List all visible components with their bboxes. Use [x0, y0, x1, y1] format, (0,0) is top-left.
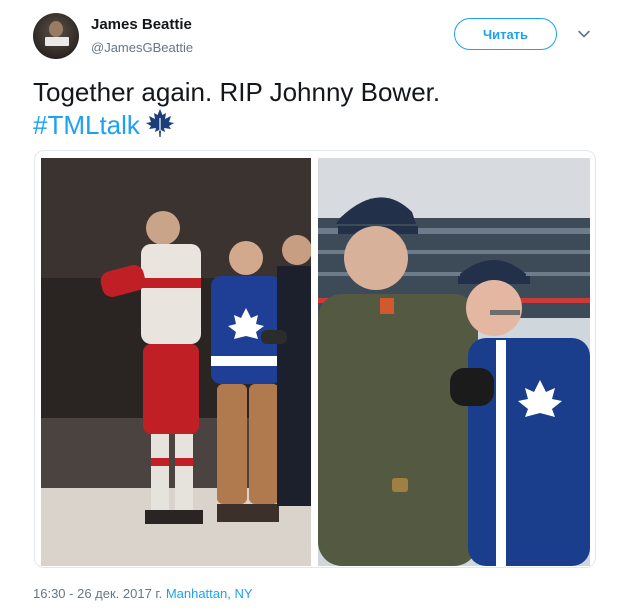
maple-leaf-icon: [145, 109, 174, 137]
tweet-meta: 16:30 - 26 дек. 2017 г. Manhattan, NY: [33, 586, 253, 601]
photo-reunion[interactable]: [318, 158, 590, 566]
avatar-face: [49, 21, 63, 37]
photo-hockey-1960s[interactable]: [41, 158, 311, 566]
media-grid: [34, 150, 596, 568]
avatar-sign: [45, 37, 69, 46]
timestamp[interactable]: 16:30 - 26 дек. 2017 г.: [33, 586, 162, 601]
tweet-text: Together again. RIP Johnny Bower. #TMLta…: [33, 76, 440, 141]
user-name[interactable]: James Beattie: [91, 16, 192, 33]
tweet-text-line: Together again. RIP Johnny Bower.: [33, 77, 441, 107]
location-link[interactable]: Manhattan, NY: [166, 586, 253, 601]
hashtag-link[interactable]: #TMLtalk: [33, 110, 140, 140]
avatar[interactable]: [33, 13, 79, 59]
chevron-down-icon[interactable]: [577, 27, 591, 41]
user-handle[interactable]: @JamesGBeattie: [91, 40, 193, 55]
follow-button[interactable]: Читать: [454, 18, 557, 50]
